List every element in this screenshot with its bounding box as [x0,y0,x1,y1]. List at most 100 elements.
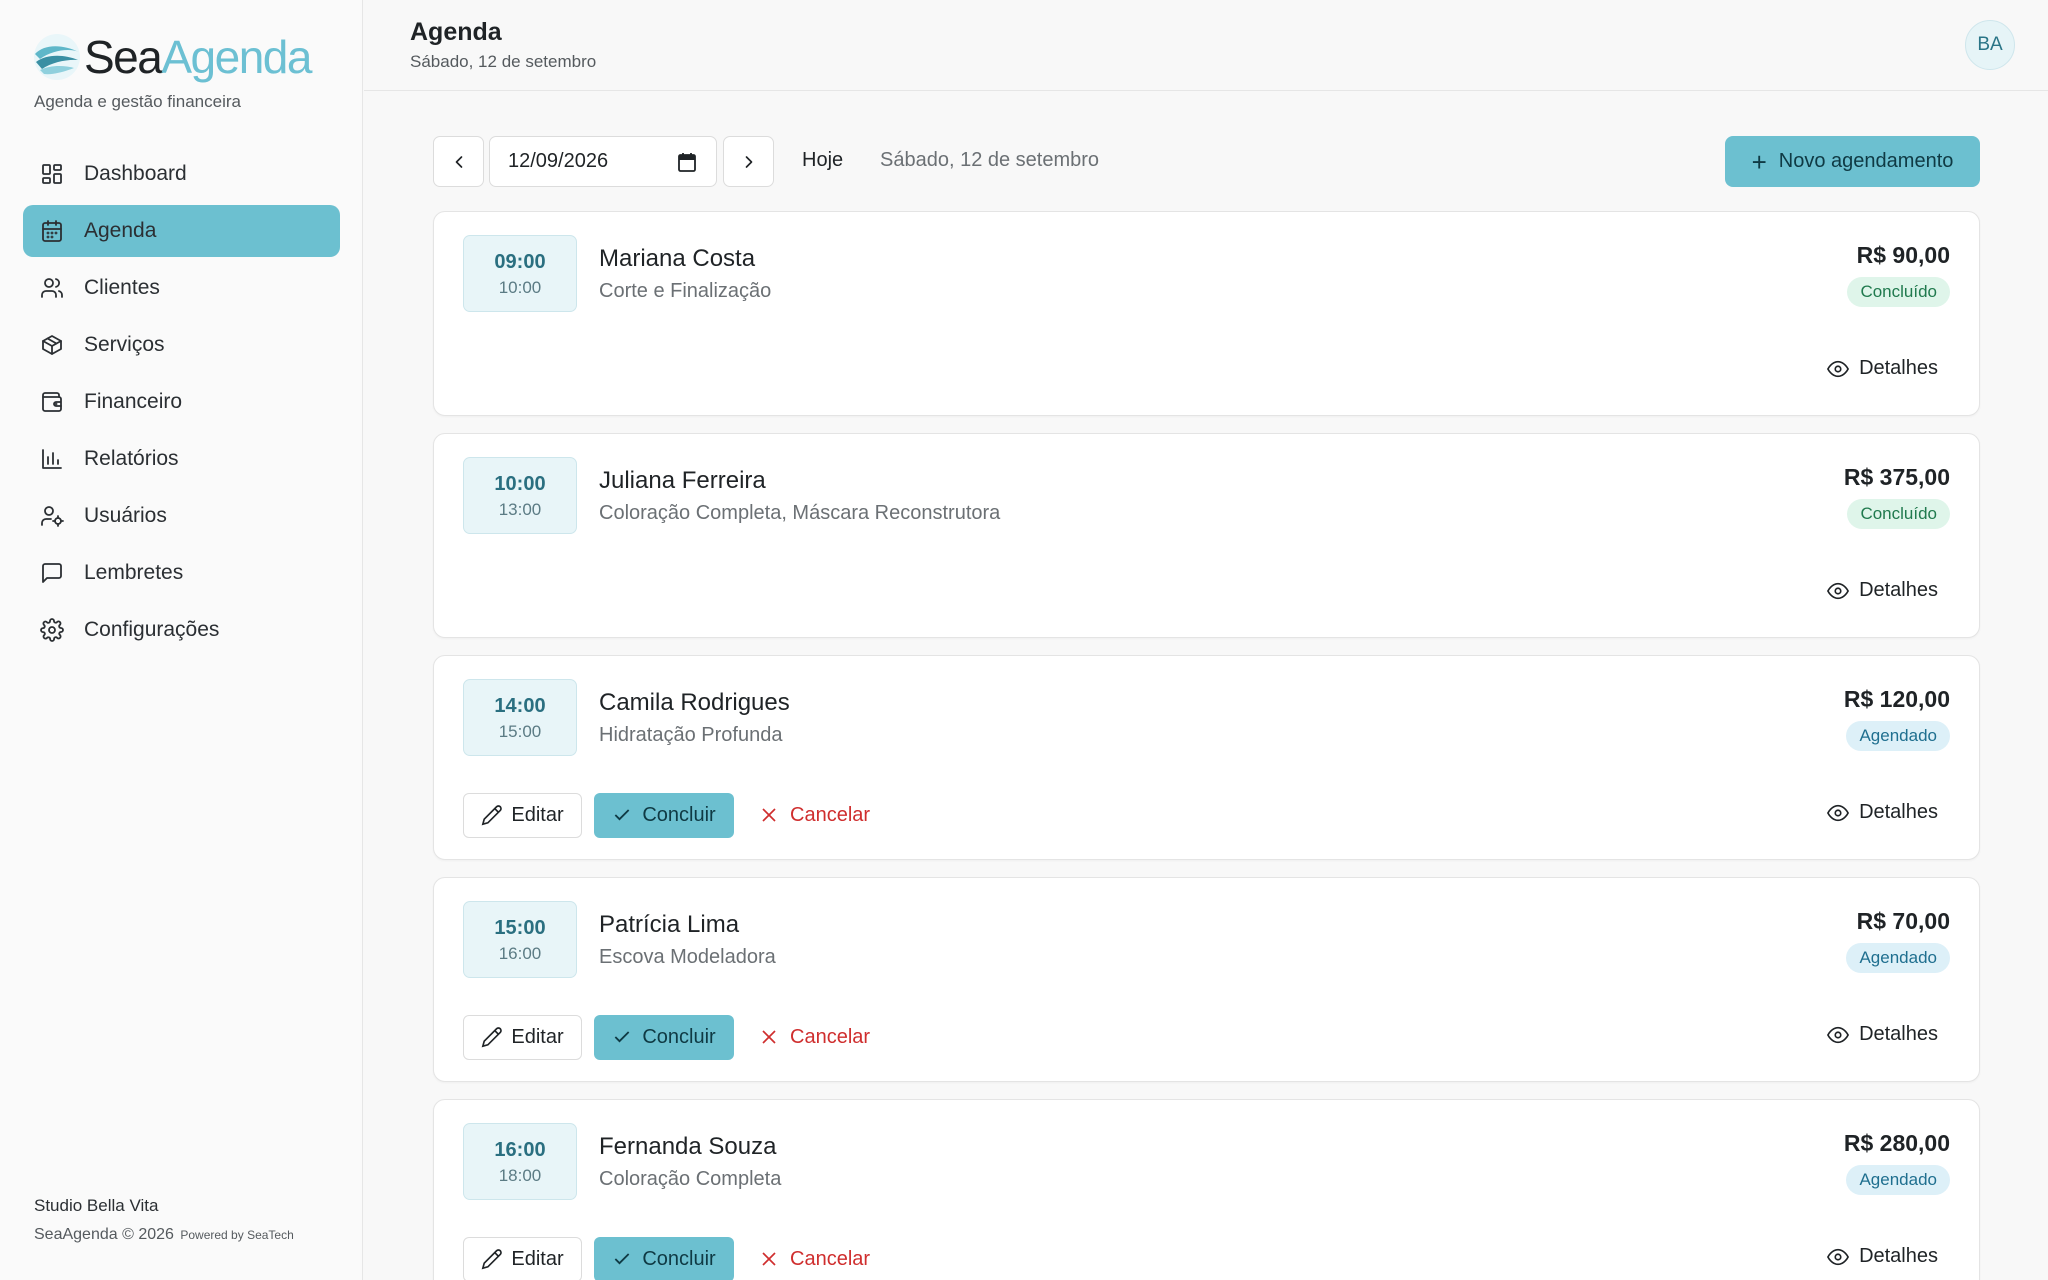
details-button[interactable]: Detalhes [1827,801,1938,824]
sidebar-item-label: Clientes [84,276,160,299]
details-label: Detalhes [1859,579,1938,601]
sidebar: SeaAgenda Agenda e gestão financeira Das… [0,0,363,1280]
studio-name: Studio Bella Vita [34,1196,159,1215]
check-icon [614,809,630,821]
service-list: Corte e Finalização [599,280,772,302]
details-button[interactable]: Detalhes [1827,357,1938,380]
client-name: Camila Rodrigues [599,689,790,716]
pencil-icon [482,1249,503,1270]
new-appointment-button[interactable]: + Novo agendamento [1725,136,1980,187]
next-day-button[interactable] [723,136,774,187]
date-input-value: 12/09/2026 [508,150,609,172]
appointment-price: R$ 375,00 [1843,464,1950,490]
sidebar-item-label: Relatórios [84,447,179,470]
service-list: Hidratação Profunda [599,724,783,746]
edit-button[interactable]: Editar [463,792,582,838]
time-slot: 14:00 15:00 [463,679,577,756]
date-picker-input[interactable]: 12/09/2026 [489,136,717,187]
cancel-button[interactable]: Cancelar [760,1248,870,1271]
details-label: Detalhes [1859,1023,1938,1045]
close-icon [762,1030,776,1044]
sidebar-item-dashboard[interactable]: Dashboard [23,148,340,200]
appointment-actions: Editar Concluir Cancelar [463,792,870,838]
wallet-icon [39,389,65,415]
avatar[interactable]: BA [1965,20,2015,70]
eye-icon [1827,1248,1850,1265]
date-toolbar: 12/09/2026 Hoje Sábado, 12 de setembro +… [433,136,1980,188]
end-time: 10:00 [498,278,542,297]
appointment-card: 15:00 16:00 Patrícia Lima Escova Modelad… [433,877,1980,1082]
brand-name-part1: Sea [84,31,163,83]
complete-button[interactable]: Concluir [594,1236,734,1280]
package-icon [39,332,65,358]
cancel-button[interactable]: Cancelar [760,804,870,827]
complete-button[interactable]: Concluir [594,792,734,838]
page-subtitle: Sábado, 12 de setembro [410,52,597,71]
today-button[interactable]: Hoje [802,149,843,172]
sidebar-item-configuracoes[interactable]: Configurações [23,604,340,656]
time-slot: 16:00 18:00 [463,1123,577,1200]
gear-icon [39,617,65,643]
time-slot: 15:00 16:00 [463,901,577,978]
edit-button[interactable]: Editar [463,1236,582,1280]
service-list: Escova Modeladora [599,946,776,968]
start-time: 15:00 [494,917,546,939]
sidebar-item-agenda[interactable]: Agenda [23,205,340,257]
sidebar-item-relatorios[interactable]: Relatórios [23,433,340,485]
sidebar-item-label: Usuários [84,504,167,527]
edit-label: Editar [511,803,564,826]
time-slot: 09:00 10:00 [463,235,577,312]
status-badge: Agendado [1846,1165,1950,1195]
user-cog-icon [39,503,65,529]
sidebar-item-label: Configurações [84,618,220,641]
eye-icon [1827,582,1850,599]
users-icon [39,275,65,301]
chevron-right-icon [745,155,752,168]
message-icon [39,560,65,586]
sidebar-item-financeiro[interactable]: Financeiro [23,376,340,428]
cancel-label: Cancelar [790,1247,871,1270]
sidebar-item-clientes[interactable]: Clientes [23,262,340,314]
complete-button[interactable]: Concluir [594,1014,734,1060]
sidebar-item-lembretes[interactable]: Lembretes [23,547,340,599]
plus-icon: + [1751,146,1767,177]
details-button[interactable]: Detalhes [1827,579,1938,602]
client-name: Fernanda Souza [599,1133,777,1160]
end-time: 16:00 [498,944,542,963]
page-title: Agenda [410,18,502,46]
pencil-icon [482,805,503,826]
details-label: Detalhes [1859,801,1938,823]
eye-icon [1827,360,1850,377]
sidebar-item-servicos[interactable]: Serviços [23,319,340,371]
start-time: 10:00 [494,473,546,495]
edit-button[interactable]: Editar [463,1014,582,1060]
complete-label: Concluir [642,1247,716,1270]
app-logo[interactable]: SeaAgenda [32,31,312,83]
check-icon [614,1031,630,1043]
service-list: Coloração Completa [599,1168,782,1190]
sidebar-item-label: Lembretes [84,561,184,584]
new-appointment-label: Novo agendamento [1778,150,1954,172]
eye-icon [1827,804,1850,821]
chevron-left-icon [455,155,462,168]
end-time: 18:00 [498,1166,542,1185]
appointment-actions: Editar Concluir Cancelar [463,1236,870,1280]
previous-day-button[interactable] [433,136,484,187]
details-button[interactable]: Detalhes [1827,1245,1938,1268]
cancel-button[interactable]: Cancelar [760,1026,870,1049]
bar-chart-icon [39,446,65,472]
copyright-text: SeaAgenda © 2026 [34,1226,174,1243]
sidebar-item-label: Agenda [84,219,157,242]
start-time: 16:00 [494,1139,546,1161]
logo-wave-icon [34,34,80,80]
sidebar-item-usuarios[interactable]: Usuários [23,490,340,542]
client-name: Juliana Ferreira [599,467,766,494]
start-time: 14:00 [494,695,546,717]
pencil-icon [482,1027,503,1048]
details-button[interactable]: Detalhes [1827,1023,1938,1046]
calendar-picker-icon[interactable] [678,152,696,172]
complete-label: Concluir [642,1025,716,1048]
appointment-price: R$ 280,00 [1843,1130,1950,1156]
cancel-label: Cancelar [790,1025,871,1048]
complete-label: Concluir [642,803,716,826]
